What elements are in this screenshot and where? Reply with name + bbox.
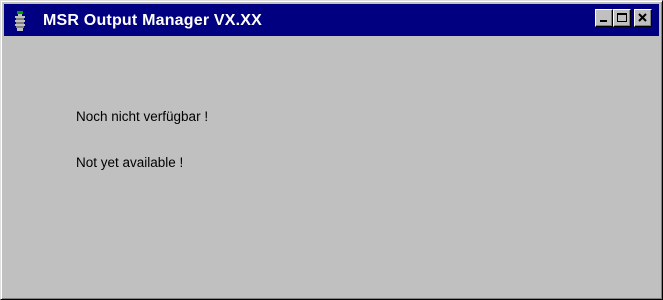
window-content: Noch nicht verfügbar ! Not yet available… bbox=[4, 36, 659, 296]
close-icon bbox=[638, 13, 647, 22]
close-button[interactable] bbox=[634, 9, 652, 27]
app-window: MSR Output Manager VX.XX Noch nicht verf… bbox=[0, 0, 663, 300]
maximize-button[interactable] bbox=[613, 9, 631, 27]
message-german: Noch nicht verfügbar ! bbox=[76, 109, 209, 124]
message-english: Not yet available ! bbox=[76, 155, 184, 170]
minimize-button[interactable] bbox=[595, 9, 613, 27]
maximize-icon bbox=[617, 13, 627, 22]
title-bar[interactable]: MSR Output Manager VX.XX bbox=[4, 4, 659, 36]
minimize-icon bbox=[600, 20, 607, 22]
window-title: MSR Output Manager VX.XX bbox=[43, 12, 263, 29]
app-icon[interactable] bbox=[14, 11, 26, 31]
